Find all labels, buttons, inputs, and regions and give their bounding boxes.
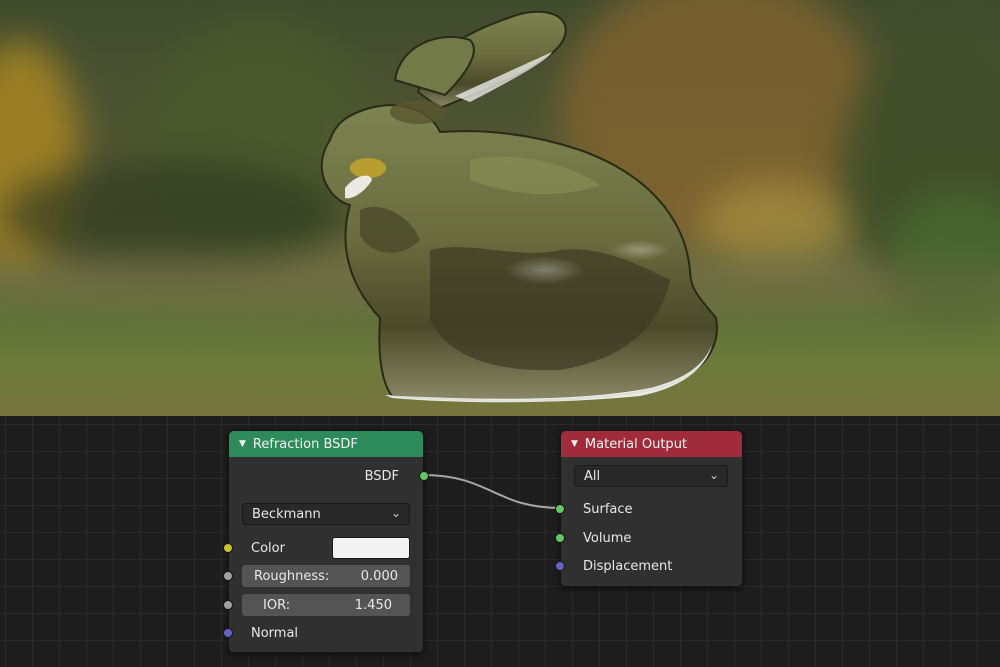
color-input-label: Color <box>251 540 285 556</box>
distribution-value: Beckmann <box>252 506 321 522</box>
surface-input-row: Surface <box>555 498 742 520</box>
normal-input-label: Normal <box>251 625 299 641</box>
roughness-field[interactable]: Roughness: 0.000 <box>242 565 410 587</box>
color-input-row: Color <box>223 537 423 559</box>
volume-input-socket[interactable] <box>555 533 565 543</box>
node-link-layer <box>422 474 562 509</box>
bsdf-output-row: BSDF <box>229 465 429 487</box>
glass-bunny-render <box>320 10 718 403</box>
collapse-triangle-icon[interactable]: ▼ <box>571 439 578 449</box>
color-input-socket[interactable] <box>223 543 233 553</box>
roughness-input-socket[interactable] <box>223 571 233 581</box>
ior-field[interactable]: IOR: 1.450 <box>242 594 410 616</box>
material-output-node[interactable]: ▼ Material Output All ⌄ Surface Volume D… <box>555 430 743 587</box>
render-viewport[interactable] <box>0 0 1000 416</box>
surface-input-socket[interactable] <box>555 504 565 514</box>
output-target-dropdown[interactable]: All ⌄ <box>574 465 728 487</box>
shader-node-editor[interactable]: ▼ Refraction BSDF BSDF Beckmann ⌄ Color … <box>0 416 1000 667</box>
displacement-input-label: Displacement <box>583 558 673 574</box>
ior-input-socket[interactable] <box>223 600 233 610</box>
bsdf-output-socket[interactable] <box>419 471 429 481</box>
displacement-input-row: Displacement <box>555 555 742 577</box>
distribution-dropdown[interactable]: Beckmann ⌄ <box>242 503 410 525</box>
surface-input-label: Surface <box>583 501 633 517</box>
refraction-node-header[interactable]: ▼ Refraction BSDF <box>229 431 423 457</box>
roughness-input-row: Roughness: 0.000 <box>223 565 423 587</box>
chevron-down-icon: ⌄ <box>708 468 719 482</box>
normal-input-socket[interactable] <box>223 628 233 638</box>
output-node-header[interactable]: ▼ Material Output <box>561 431 742 457</box>
roughness-value: 0.000 <box>360 568 398 584</box>
ior-value: 1.450 <box>354 597 392 613</box>
displacement-input-socket[interactable] <box>555 561 565 571</box>
chevron-down-icon: ⌄ <box>390 506 401 520</box>
ior-input-row: IOR: 1.450 <box>223 594 423 616</box>
volume-input-row: Volume <box>555 527 742 549</box>
normal-input-row: Normal <box>223 622 423 644</box>
ior-label: IOR: <box>263 597 291 613</box>
refraction-bsdf-node[interactable]: ▼ Refraction BSDF BSDF Beckmann ⌄ Color … <box>223 430 429 653</box>
refraction-node-title: Refraction BSDF <box>252 436 358 452</box>
roughness-label: Roughness: <box>254 568 330 584</box>
output-node-title: Material Output <box>584 436 688 452</box>
bsdf-to-surface-link <box>422 474 562 509</box>
bsdf-output-label: BSDF <box>364 468 399 484</box>
color-swatch[interactable] <box>332 537 410 559</box>
collapse-triangle-icon[interactable]: ▼ <box>239 439 246 449</box>
output-target-value: All <box>584 468 601 484</box>
volume-input-label: Volume <box>583 530 632 546</box>
